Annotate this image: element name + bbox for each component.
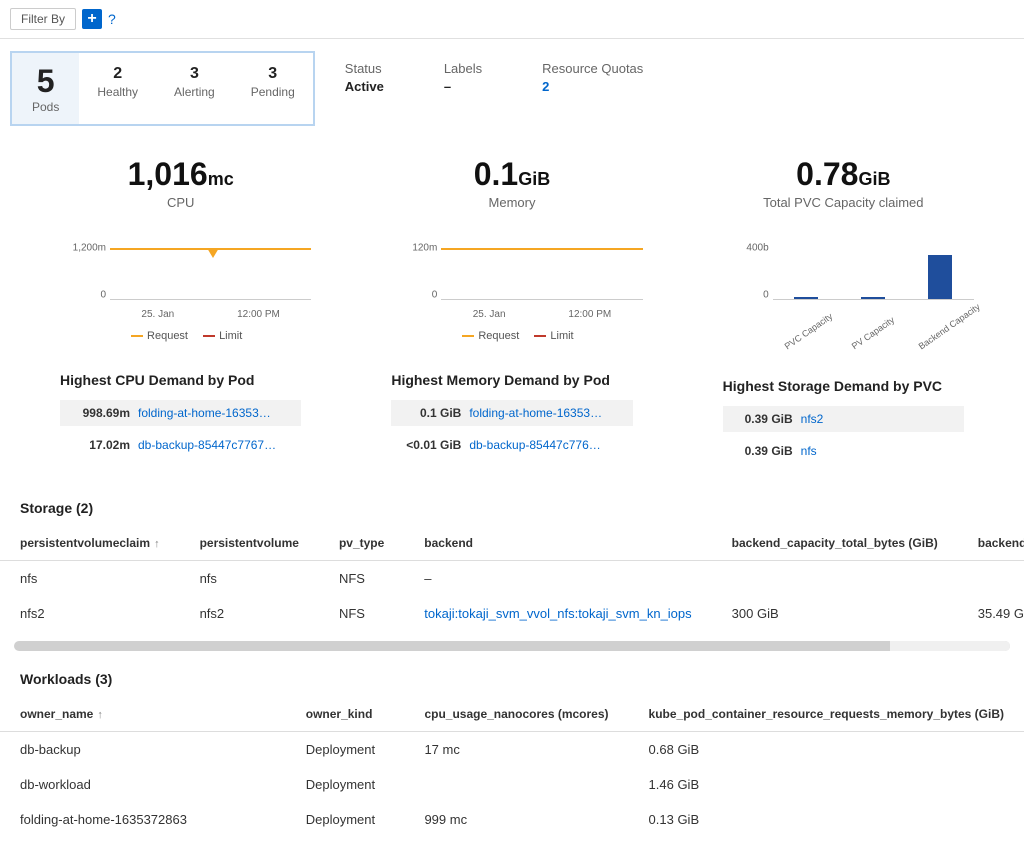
metric-cpu: 1,016mc CPU 1,200m 0 25. Jan 12:00 PM Re…: [20, 156, 341, 470]
horizontal-scrollbar[interactable]: [14, 641, 1010, 651]
col-pv-type[interactable]: pv_type: [319, 526, 404, 561]
pods-healthy[interactable]: 2 Healthy: [79, 53, 156, 124]
pods-total-label: Pods: [32, 100, 59, 114]
sort-up-icon: ↑: [97, 709, 103, 721]
pod-link[interactable]: db-backup-85447c7767…: [138, 438, 293, 452]
meta-status: Status Active: [345, 61, 384, 94]
pvc-demand-row: 0.39 GiB nfs2: [723, 406, 964, 432]
col-pvc[interactable]: persistentvolumeclaim↑: [0, 526, 180, 561]
meta-labels: Labels –: [444, 61, 482, 94]
help-icon[interactable]: ?: [108, 11, 116, 27]
mem-demand-title: Highest Memory Demand by Pod: [391, 372, 672, 388]
filter-bar: Filter By + ?: [0, 0, 1024, 39]
cpu-legend: Request Limit: [20, 330, 341, 342]
col-backend[interactable]: backend: [404, 526, 711, 561]
meta-resource-quotas: Resource Quotas 2: [542, 61, 643, 94]
col-owner-kind[interactable]: owner_kind: [286, 697, 405, 732]
summary-row: 5 Pods 2 Healthy 3 Alerting 3 Pending St…: [0, 39, 1024, 126]
pods-total[interactable]: 5 Pods: [12, 53, 79, 124]
mem-request-line: [441, 248, 642, 250]
mem-chart: 120m 0 25. Jan 12:00 PM: [381, 240, 642, 320]
cpu-demand-row: 998.69m folding-at-home-16353…: [60, 400, 301, 426]
swatch-orange: [462, 335, 474, 337]
table-row[interactable]: nfs2 nfs2 NFS tokaji:tokaji_svm_vvol_nfs…: [0, 596, 1024, 631]
swatch-red: [203, 335, 215, 337]
pods-pending[interactable]: 3 Pending: [233, 53, 313, 124]
storage-title: Storage (2): [0, 480, 1024, 526]
pods-alerting[interactable]: 3 Alerting: [156, 53, 233, 124]
sort-up-icon: ↑: [154, 538, 160, 550]
pvc-link[interactable]: nfs: [801, 444, 956, 458]
swatch-red: [534, 335, 546, 337]
storage-table: persistentvolumeclaim↑ persistentvolume …: [0, 526, 1024, 631]
table-row[interactable]: folding-at-home-1635372863 Deployment 99…: [0, 802, 1024, 837]
pvc-demand-row: 0.39 GiB nfs: [723, 438, 964, 464]
table-row[interactable]: db-workload Deployment 1.46 GiB: [0, 767, 1024, 802]
col-cap-used[interactable]: backend_capacity_us: [958, 526, 1024, 561]
mem-demand-row: 0.1 GiB folding-at-home-16353…: [391, 400, 632, 426]
cpu-demand-row: 17.02m db-backup-85447c7767…: [60, 432, 301, 458]
pod-link[interactable]: db-backup-85447c776…: [469, 438, 624, 452]
workloads-table: owner_name↑ owner_kind cpu_usage_nanocor…: [0, 697, 1024, 837]
swatch-orange: [131, 335, 143, 337]
table-row[interactable]: nfs nfs NFS –: [0, 561, 1024, 597]
col-mem[interactable]: kube_pod_container_resource_requests_mem…: [629, 697, 1024, 732]
pvc-chart: 400b 0 PVC Capacity PV Capacity Backend …: [713, 240, 974, 320]
mem-legend: Request Limit: [351, 330, 672, 342]
pvc-value: 0.78: [796, 156, 858, 192]
backend-link[interactable]: tokaji:tokaji_svm_vvol_nfs:tokaji_svm_kn…: [424, 606, 691, 621]
pods-card: 5 Pods 2 Healthy 3 Alerting 3 Pending: [10, 51, 315, 126]
pvc-demand-title: Highest Storage Demand by PVC: [723, 378, 1004, 394]
filter-by-button[interactable]: Filter By: [10, 8, 76, 30]
pod-link[interactable]: folding-at-home-16353…: [138, 406, 293, 420]
cpu-value: 1,016: [128, 156, 208, 192]
pvc-link[interactable]: nfs2: [801, 412, 956, 426]
bar-pvc-capacity: [794, 297, 818, 299]
bar-pv-capacity: [861, 297, 885, 299]
mem-value: 0.1: [474, 156, 518, 192]
col-owner-name[interactable]: owner_name↑: [0, 697, 286, 732]
cpu-demand-title: Highest CPU Demand by Pod: [60, 372, 341, 388]
add-filter-button[interactable]: +: [82, 9, 102, 29]
col-pv[interactable]: persistentvolume: [180, 526, 319, 561]
table-row[interactable]: db-backup Deployment 17 mc 0.68 GiB: [0, 732, 1024, 768]
pods-total-value: 5: [32, 63, 59, 100]
metric-memory: 0.1GiB Memory 120m 0 25. Jan 12:00 PM Re…: [351, 156, 672, 470]
col-cpu[interactable]: cpu_usage_nanocores (mcores): [404, 697, 628, 732]
workloads-title: Workloads (3): [0, 651, 1024, 697]
cpu-chart: 1,200m 0 25. Jan 12:00 PM: [50, 240, 311, 320]
bar-backend-capacity: [928, 255, 952, 299]
pod-link[interactable]: folding-at-home-16353…: [469, 406, 624, 420]
meta-row: Status Active Labels – Resource Quotas 2: [345, 51, 644, 104]
resource-quotas-link[interactable]: 2: [542, 79, 643, 94]
col-cap-total[interactable]: backend_capacity_total_bytes (GiB): [712, 526, 958, 561]
metric-pvc: 0.78GiB Total PVC Capacity claimed 400b …: [683, 156, 1004, 470]
metrics-row: 1,016mc CPU 1,200m 0 25. Jan 12:00 PM Re…: [0, 126, 1024, 480]
mem-demand-row: <0.01 GiB db-backup-85447c776…: [391, 432, 632, 458]
